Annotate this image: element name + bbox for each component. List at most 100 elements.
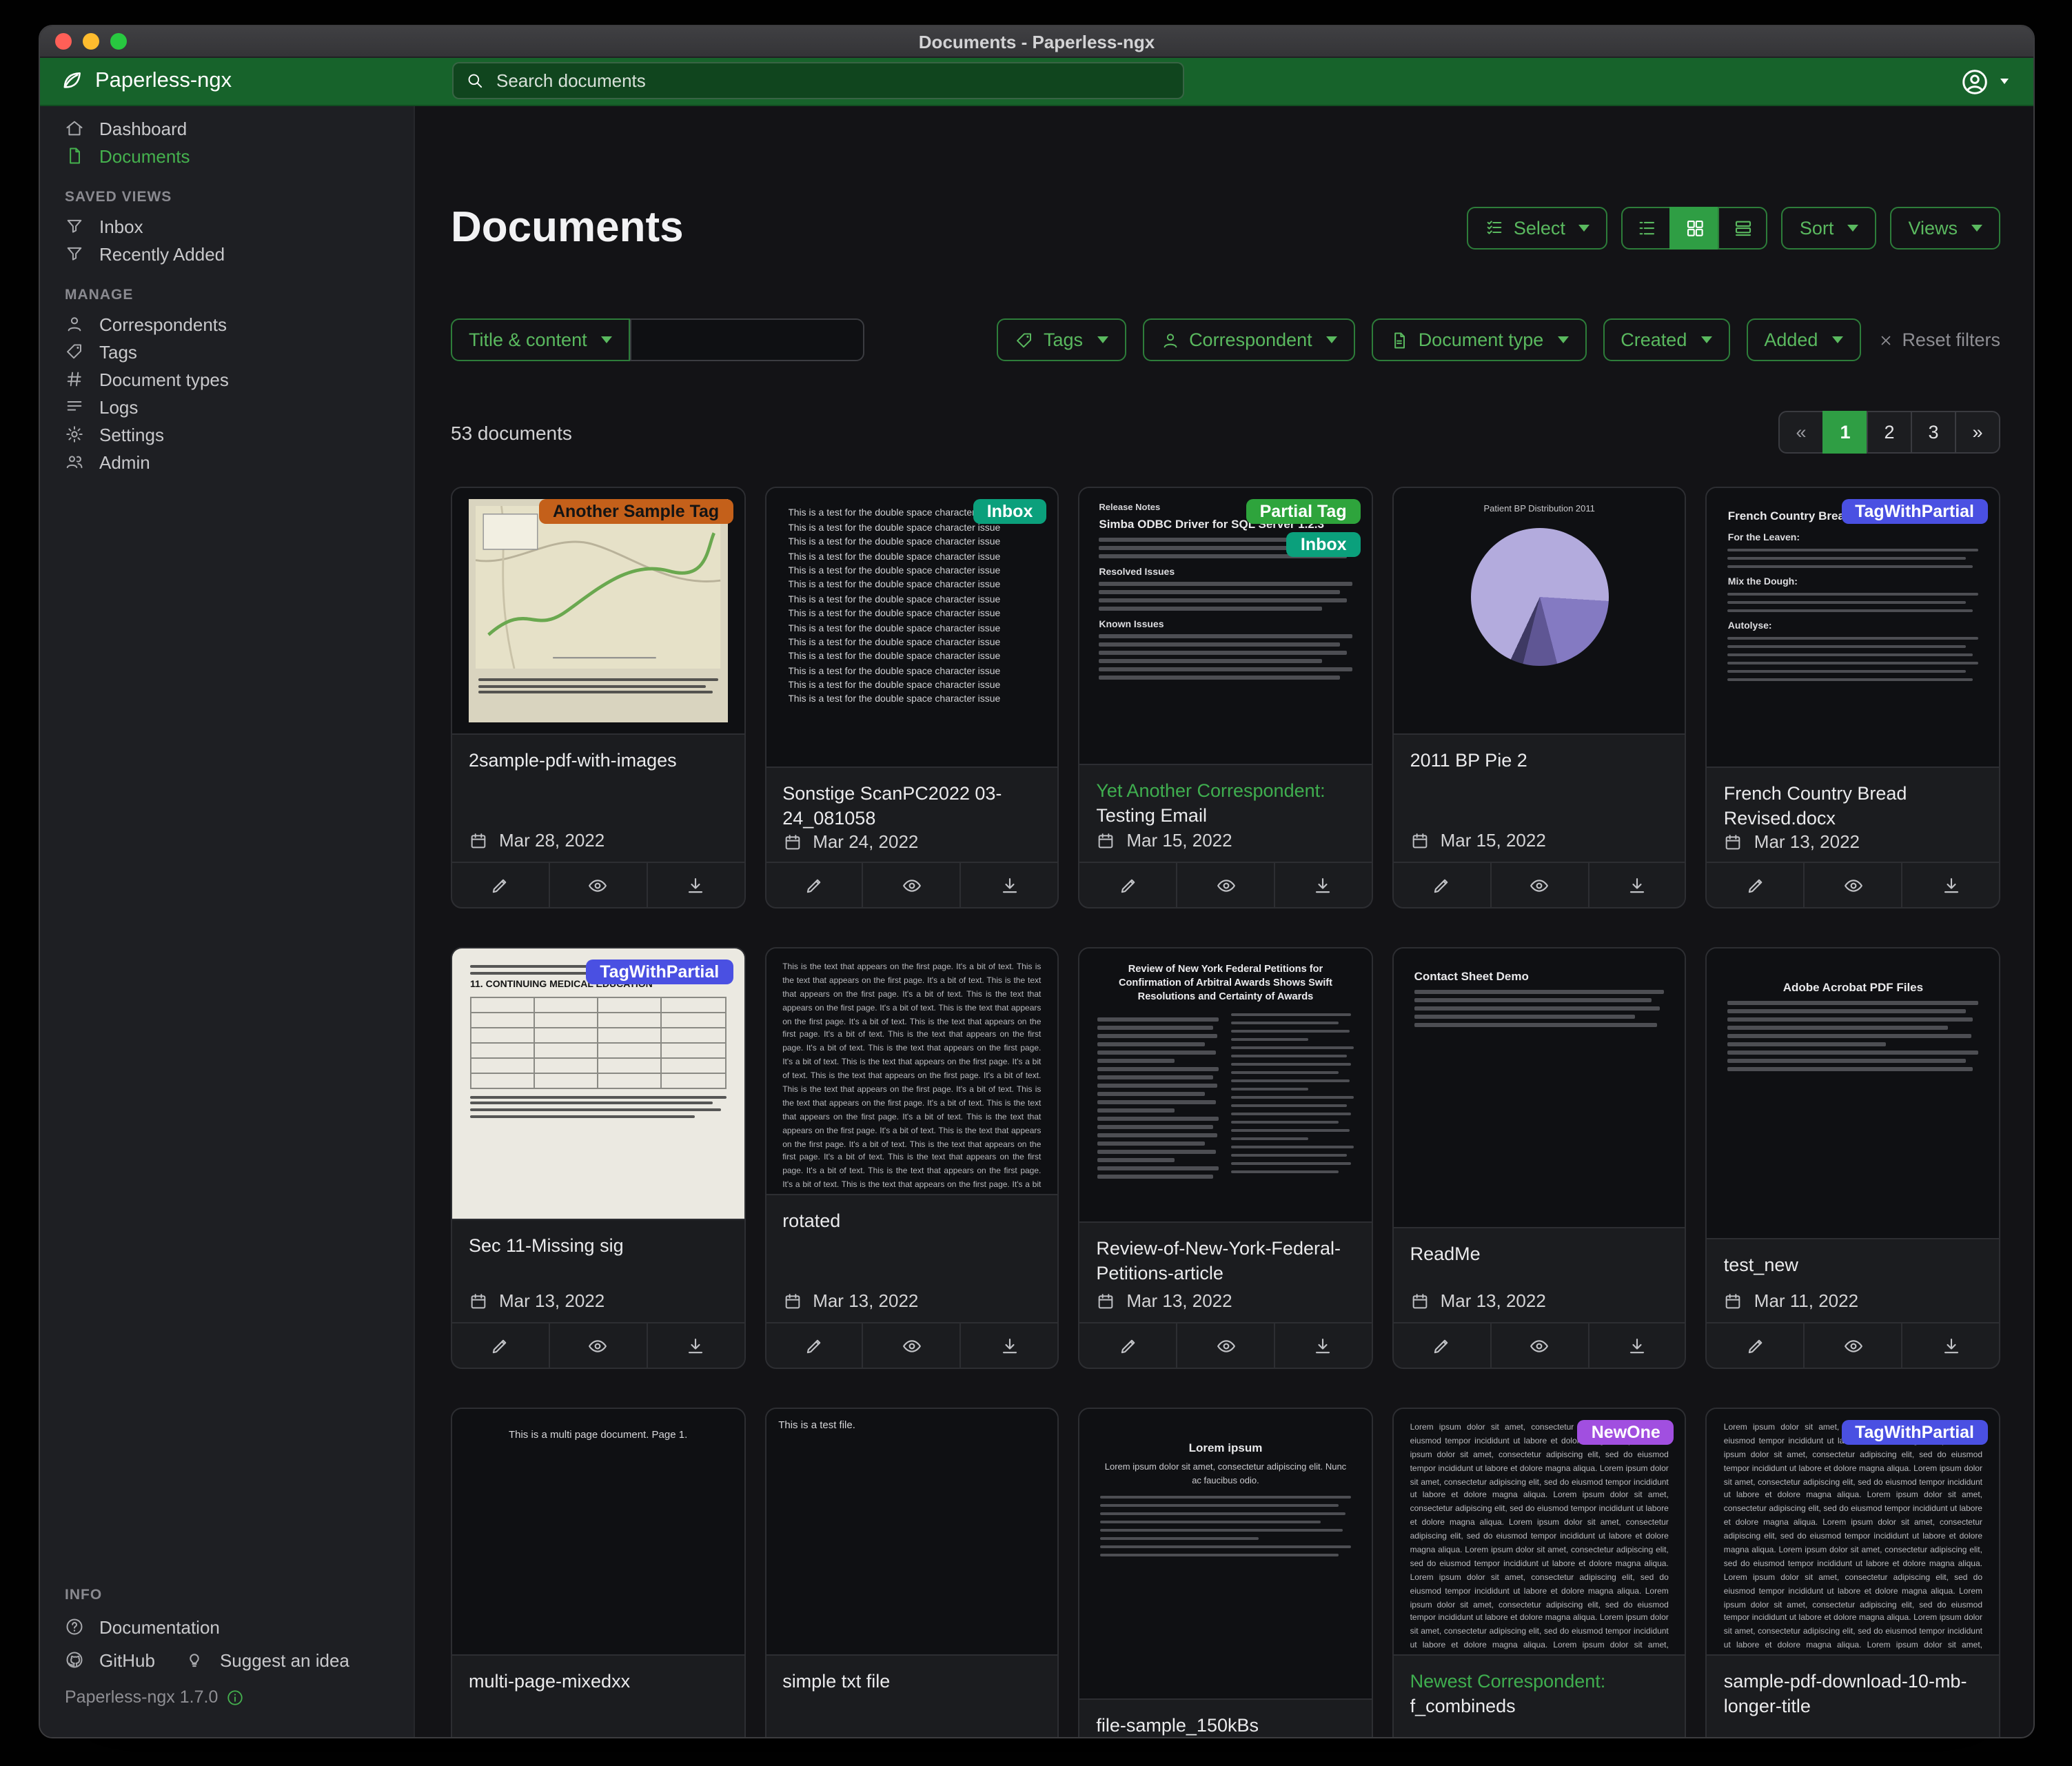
pagination-next-button[interactable]: » (1955, 411, 2000, 454)
title-content-input[interactable] (630, 318, 864, 361)
view-button[interactable] (1490, 1323, 1587, 1368)
document-card[interactable]: Review of New York Federal Petitions for… (1078, 947, 1372, 1369)
pagination-page-2[interactable]: 2 (1867, 411, 1912, 454)
view-button[interactable] (1176, 863, 1274, 907)
document-thumbnail[interactable]: Review of New York Federal Petitions for… (1079, 948, 1371, 1223)
edit-button[interactable] (766, 1323, 862, 1368)
minimize-button[interactable] (83, 33, 99, 50)
view-mode-list-button[interactable] (1622, 206, 1672, 249)
document-title[interactable]: sample-pdf-download-10-mb-longer-title (1724, 1669, 1982, 1720)
tag-inbox[interactable]: Inbox (1287, 532, 1361, 557)
sidebar-item-admin[interactable]: Admin (40, 448, 414, 476)
view-button[interactable] (549, 1323, 647, 1368)
edit-button[interactable] (452, 1323, 549, 1368)
document-thumbnail[interactable]: 11. CONTINUING MEDICAL EDUCATIONTagWithP… (452, 948, 744, 1220)
view-button[interactable] (1804, 1323, 1902, 1368)
sidebar-item-documentation[interactable]: Documentation (40, 1610, 414, 1643)
tag-partial-tag[interactable]: Partial Tag (1246, 499, 1361, 524)
document-title[interactable]: Yet Another Correspondent: Testing Email (1096, 779, 1354, 829)
document-thumbnail[interactable]: This is a test file. (766, 1409, 1057, 1656)
download-button[interactable] (1901, 863, 1999, 907)
document-thumbnail[interactable]: Adobe Acrobat PDF Files (1707, 948, 1999, 1239)
views-button[interactable]: Views (1890, 206, 2000, 249)
edit-button[interactable] (766, 863, 862, 907)
edit-button[interactable] (1394, 863, 1490, 907)
brand[interactable]: Paperless-ngx (59, 69, 232, 94)
document-thumbnail[interactable]: French Country BreadFor the Leaven:Mix t… (1707, 488, 1999, 768)
zoom-button[interactable] (110, 33, 127, 50)
document-title[interactable]: multi-page-mixedxx (469, 1669, 727, 1694)
download-button[interactable] (1274, 1323, 1372, 1368)
sidebar-item-logs[interactable]: Logs (40, 393, 414, 420)
document-thumbnail[interactable]: This is the text that appears on the fir… (766, 948, 1057, 1195)
document-card[interactable]: Patient BP Distribution 2011 2011 BP Pie … (1392, 487, 1687, 909)
sidebar-item-settings[interactable]: Settings (40, 420, 414, 448)
sidebar-item-github[interactable]: GitHub (40, 1643, 161, 1676)
document-thumbnail[interactable]: Release NotesSimba ODBC Driver for SQL S… (1079, 488, 1371, 765)
document-card[interactable]: French Country BreadFor the Leaven:Mix t… (1706, 487, 2000, 909)
user-menu[interactable] (1960, 67, 2014, 96)
document-title[interactable]: simple txt file (782, 1669, 1041, 1694)
download-button[interactable] (1587, 1323, 1685, 1368)
sidebar-item-recently-added[interactable]: Recently Added (40, 240, 414, 267)
document-title[interactable]: French Country Bread Revised.docx (1724, 782, 1982, 832)
edit-button[interactable] (452, 863, 549, 907)
view-button[interactable] (862, 863, 960, 907)
sidebar-item-correspondents[interactable]: Correspondents (40, 310, 414, 338)
document-thumbnail[interactable]: Another Sample Tag (452, 488, 744, 735)
filter-created-button[interactable]: Created (1603, 318, 1729, 361)
view-button[interactable] (1804, 863, 1902, 907)
document-title[interactable]: Sec 11-Missing sig (469, 1234, 727, 1259)
correspondent-link[interactable]: Yet Another Correspondent: (1096, 780, 1325, 801)
document-title[interactable]: Sonstige ScanPC2022 03-24_081058 (782, 782, 1041, 832)
document-card[interactable]: Release NotesSimba ODBC Driver for SQL S… (1078, 487, 1372, 909)
title-content-dropdown[interactable]: Title & content (451, 318, 630, 361)
document-thumbnail[interactable]: This is a multi page document. Page 1. (452, 1409, 744, 1656)
edit-button[interactable] (1707, 1323, 1804, 1368)
sidebar-item-documents[interactable]: Documents (40, 142, 414, 170)
pagination-prev-button[interactable]: « (1778, 411, 1824, 454)
sidebar-item-dashboard[interactable]: Dashboard (40, 114, 414, 142)
download-button[interactable] (1587, 863, 1685, 907)
edit-button[interactable] (1079, 1323, 1176, 1368)
tag-tagwithpartial[interactable]: TagWithPartial (1841, 1420, 1988, 1445)
pagination-page-3[interactable]: 3 (1911, 411, 1956, 454)
correspondent-link[interactable]: Newest Correspondent: (1410, 1671, 1606, 1692)
document-card[interactable]: Adobe Acrobat PDF Filestest_newMar 11, 2… (1706, 947, 2000, 1369)
download-button[interactable] (646, 1323, 744, 1368)
download-button[interactable] (960, 1323, 1058, 1368)
view-mode-details-button[interactable] (1718, 206, 1768, 249)
sidebar-item-inbox[interactable]: Inbox (40, 212, 414, 240)
document-card[interactable]: Contact Sheet DemoReadMeMar 13, 2022 (1392, 947, 1687, 1369)
document-title[interactable]: 2011 BP Pie 2 (1410, 749, 1669, 773)
tag-inbox[interactable]: Inbox (973, 499, 1047, 524)
filter-correspondent-button[interactable]: Correspondent (1142, 318, 1355, 361)
document-thumbnail[interactable]: Contact Sheet Demo (1394, 948, 1685, 1228)
tag-tagwithpartial[interactable]: TagWithPartial (586, 960, 733, 984)
sidebar-item-document-types[interactable]: Document types (40, 365, 414, 393)
download-button[interactable] (1274, 863, 1372, 907)
select-button[interactable]: Select (1467, 206, 1608, 249)
document-title[interactable]: ReadMe (1410, 1242, 1669, 1267)
filter-added-button[interactable]: Added (1746, 318, 1860, 361)
edit-button[interactable] (1707, 863, 1804, 907)
document-card[interactable]: Another Sample Tag2sample-pdf-with-image… (451, 487, 745, 909)
view-button[interactable] (862, 1323, 960, 1368)
document-title[interactable]: test_new (1724, 1253, 1982, 1278)
tag-tagwithpartial[interactable]: TagWithPartial (1841, 499, 1988, 524)
download-button[interactable] (1901, 1323, 1999, 1368)
document-thumbnail[interactable]: Lorem ipsum dolor sit amet, consectetur … (1394, 1409, 1685, 1656)
sort-button[interactable]: Sort (1782, 206, 1877, 249)
document-card[interactable]: This is a multi page document. Page 1. mu… (451, 1408, 745, 1738)
edit-button[interactable] (1394, 1323, 1490, 1368)
document-thumbnail[interactable]: Lorem ipsumLorem ipsum dolor sit amet, c… (1079, 1409, 1371, 1700)
document-title[interactable]: Review-of-New-York-Federal-Petitions-art… (1096, 1237, 1354, 1287)
sidebar-item-tags[interactable]: Tags (40, 338, 414, 365)
download-button[interactable] (646, 863, 744, 907)
view-button[interactable] (1176, 1323, 1274, 1368)
pagination-page-1[interactable]: 1 (1822, 411, 1868, 454)
document-card[interactable]: This is a test for the double space char… (764, 487, 1059, 909)
document-card[interactable]: This is a test file. simple txt file (764, 1408, 1059, 1738)
download-button[interactable] (960, 863, 1058, 907)
document-thumbnail[interactable]: Patient BP Distribution 2011 (1394, 488, 1685, 735)
